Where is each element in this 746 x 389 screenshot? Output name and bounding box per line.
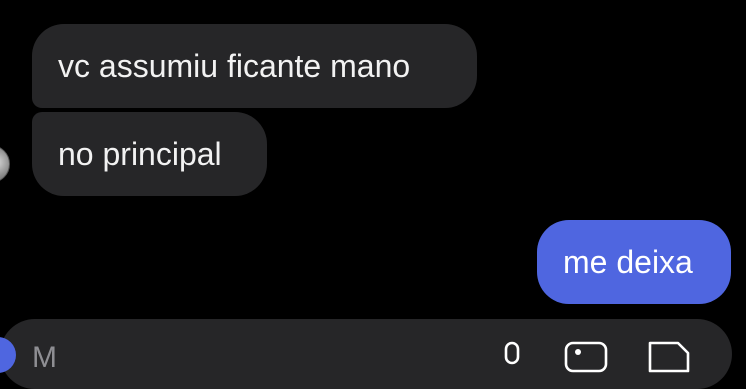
- message-text: me deixa: [563, 244, 693, 280]
- sent-message[interactable]: me deixa: [537, 220, 731, 304]
- sticker-icon[interactable]: [646, 341, 690, 373]
- microphone-icon[interactable]: [500, 341, 524, 371]
- contact-avatar[interactable]: [0, 145, 10, 183]
- photo-icon[interactable]: [564, 341, 608, 373]
- received-message[interactable]: no principal: [32, 112, 267, 196]
- received-message[interactable]: vc assumiu ficante mano: [32, 24, 477, 108]
- message-composer[interactable]: M: [0, 319, 732, 389]
- message-input[interactable]: M: [32, 341, 57, 375]
- camera-button[interactable]: [0, 337, 16, 373]
- message-text: no principal: [58, 136, 222, 172]
- message-text: vc assumiu ficante mano: [58, 48, 411, 84]
